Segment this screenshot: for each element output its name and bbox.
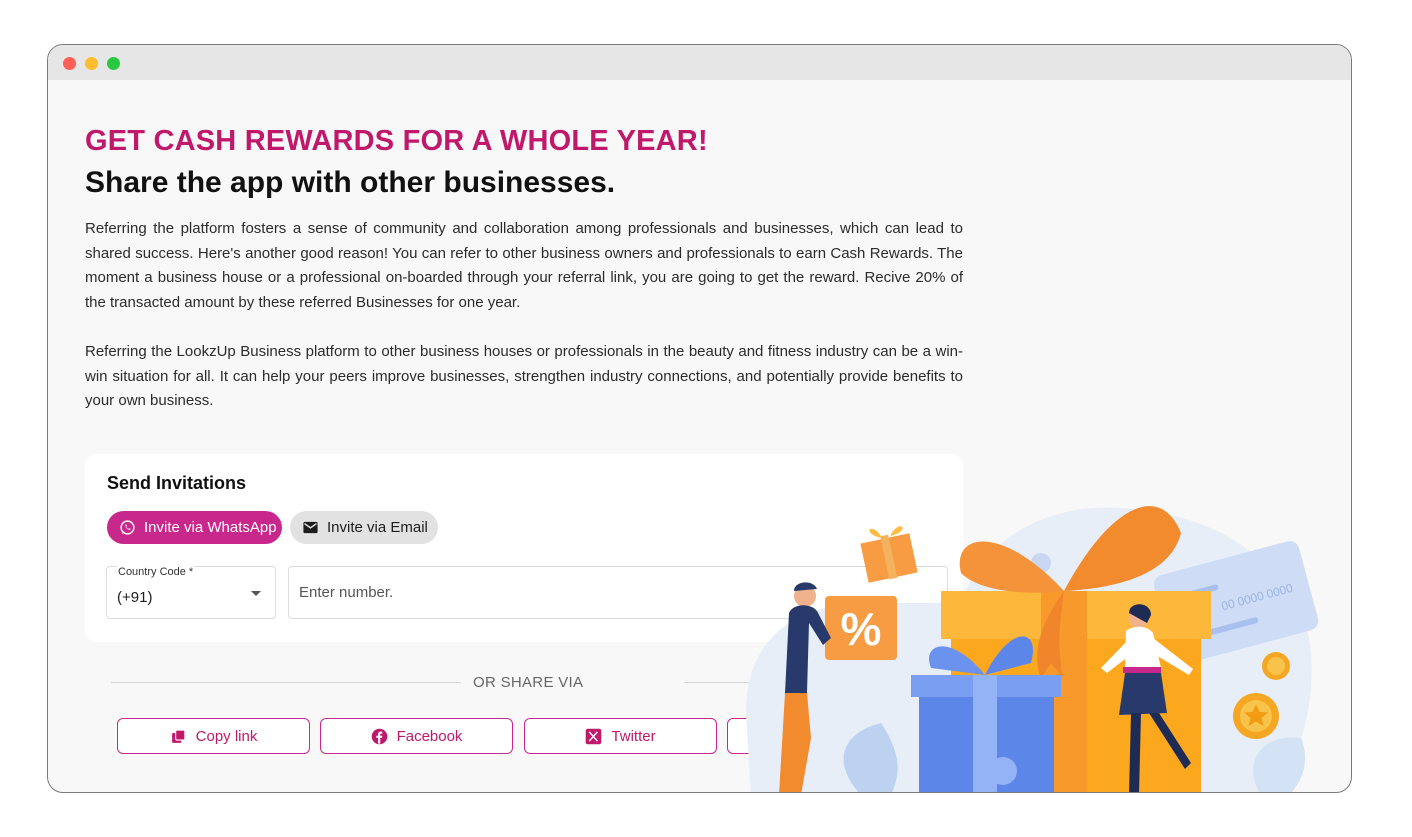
- title-bar: [48, 45, 1351, 80]
- whatsapp-icon: [119, 519, 136, 536]
- minimize-window-button[interactable]: [85, 57, 98, 70]
- facebook-label: Facebook: [396, 727, 463, 745]
- page-subheadline: Share the app with other businesses.: [85, 166, 616, 199]
- country-code-value: (+91): [117, 589, 153, 606]
- browser-window: GET CASH REWARDS FOR A WHOLE YEAR! Share…: [47, 44, 1352, 793]
- invite-whatsapp-label: Invite via WhatsApp: [144, 519, 277, 536]
- x-twitter-icon: [585, 728, 602, 745]
- copy-icon: [170, 728, 187, 745]
- share-divider-text: OR SHARE VIA: [473, 674, 584, 691]
- invite-email-button[interactable]: Invite via Email: [290, 511, 438, 544]
- twitter-label: Twitter: [611, 727, 656, 745]
- facebook-icon: [371, 728, 388, 745]
- invitations-title: Send Invitations: [107, 473, 247, 493]
- page-content: GET CASH REWARDS FOR A WHOLE YEAR! Share…: [48, 80, 1351, 792]
- invite-email-label: Invite via Email: [327, 519, 428, 536]
- country-code-select[interactable]: Country Code * (+91): [106, 566, 276, 619]
- facebook-share-button[interactable]: Facebook: [320, 718, 513, 754]
- invite-whatsapp-button[interactable]: Invite via WhatsApp: [107, 511, 282, 544]
- intro-paragraph: Referring the platform fosters a sense o…: [85, 220, 963, 311]
- dropdown-caret-icon: [251, 591, 261, 596]
- maximize-window-button[interactable]: [107, 57, 120, 70]
- gift-rewards-illustration: 00 0000 0000 %: [746, 506, 1319, 792]
- email-icon: [302, 519, 319, 536]
- country-code-label: Country Code *: [117, 566, 195, 578]
- copy-link-label: Copy link: [195, 727, 258, 745]
- divider-left: [111, 682, 461, 683]
- close-window-button[interactable]: [63, 57, 76, 70]
- benefits-paragraph: Referring the LookzUp Business platform …: [85, 343, 963, 410]
- small-gift-icon: [860, 526, 918, 583]
- svg-text:%: %: [841, 603, 882, 655]
- twitter-share-button[interactable]: Twitter: [524, 718, 717, 754]
- copy-link-button[interactable]: Copy link: [117, 718, 310, 754]
- page-headline: GET CASH REWARDS FOR A WHOLE YEAR!: [85, 125, 708, 157]
